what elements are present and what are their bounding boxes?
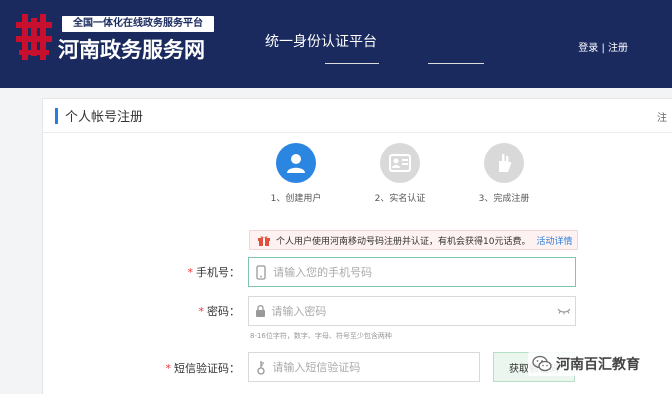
step-connector [428, 63, 484, 64]
lock-icon [249, 304, 271, 318]
card-right-note: 注 [657, 113, 667, 124]
promo-detail-link[interactable]: 活动详情 [536, 234, 572, 247]
password-hint: 8-16位字符，数字、字母、符号至少包含两种 [250, 332, 392, 340]
promo-banner: 个人用户使用河南移动号码注册并认证，有机会获得10元话费。 活动详情 [249, 230, 578, 250]
phone-label: * 手机号： [150, 264, 241, 280]
password-input[interactable] [271, 304, 553, 318]
phone-icon [249, 264, 273, 280]
eye-icon[interactable] [553, 307, 575, 315]
logo-title: 河南政务服务网 [58, 38, 205, 62]
step-create-user: 1、创建用户 [256, 143, 336, 204]
step-circle [380, 143, 420, 183]
step-real-name: 2、实名认证 [360, 143, 440, 204]
wechat-icon [532, 355, 552, 372]
step-label: 2、实名认证 [374, 194, 426, 204]
watermark: 河南百汇教育 [528, 352, 644, 376]
auth-separator: | [601, 43, 605, 54]
login-link[interactable]: 登录 [578, 43, 598, 54]
check-hand-icon [499, 153, 512, 172]
logo-subtitle: 全国一体化在线政务服务平台 [62, 16, 214, 32]
register-link[interactable]: 注册 [608, 43, 628, 54]
phone-label-text: 手机号： [196, 266, 240, 279]
promo-text: 个人用户使用河南移动号码注册并认证，有机会获得10元话费。 [276, 236, 531, 247]
step-label: 3、完成注册 [478, 194, 530, 204]
required-mark: * [198, 305, 205, 318]
user-icon [287, 154, 305, 173]
password-label-text: 密码： [207, 305, 240, 318]
step-complete: 3、完成注册 [464, 143, 544, 204]
step-circle [484, 143, 524, 183]
auth-links: 登录 | 注册 [578, 39, 628, 54]
card-header: 个人帐号注册 注 [43, 99, 672, 133]
watermark-text: 河南百汇教育 [556, 357, 640, 373]
required-mark: * [165, 362, 172, 375]
id-card-icon [389, 154, 411, 172]
platform-title: 统一身份认证平台 [265, 34, 377, 50]
required-mark: * [187, 266, 194, 279]
key-icon [249, 360, 272, 375]
sms-label: * 短信验证码： [150, 360, 241, 376]
password-label: * 密码： [150, 303, 241, 319]
logo-emblem-icon [16, 14, 52, 60]
title-accent-bar [55, 108, 58, 124]
step-label: 1、创建用户 [270, 194, 322, 204]
page-title: 个人帐号注册 [65, 110, 144, 125]
site-header: 全国一体化在线政务服务平台 河南政务服务网 统一身份认证平台 登录 | 注册 [0, 0, 672, 88]
sms-label-text: 短信验证码： [174, 362, 240, 375]
phone-input[interactable] [273, 265, 575, 279]
sms-input[interactable] [272, 360, 479, 374]
step-circle [276, 143, 316, 183]
step-connector [325, 63, 379, 64]
phone-field [248, 257, 576, 287]
gift-icon [258, 235, 270, 246]
sms-field [248, 352, 480, 382]
password-field [248, 296, 576, 326]
